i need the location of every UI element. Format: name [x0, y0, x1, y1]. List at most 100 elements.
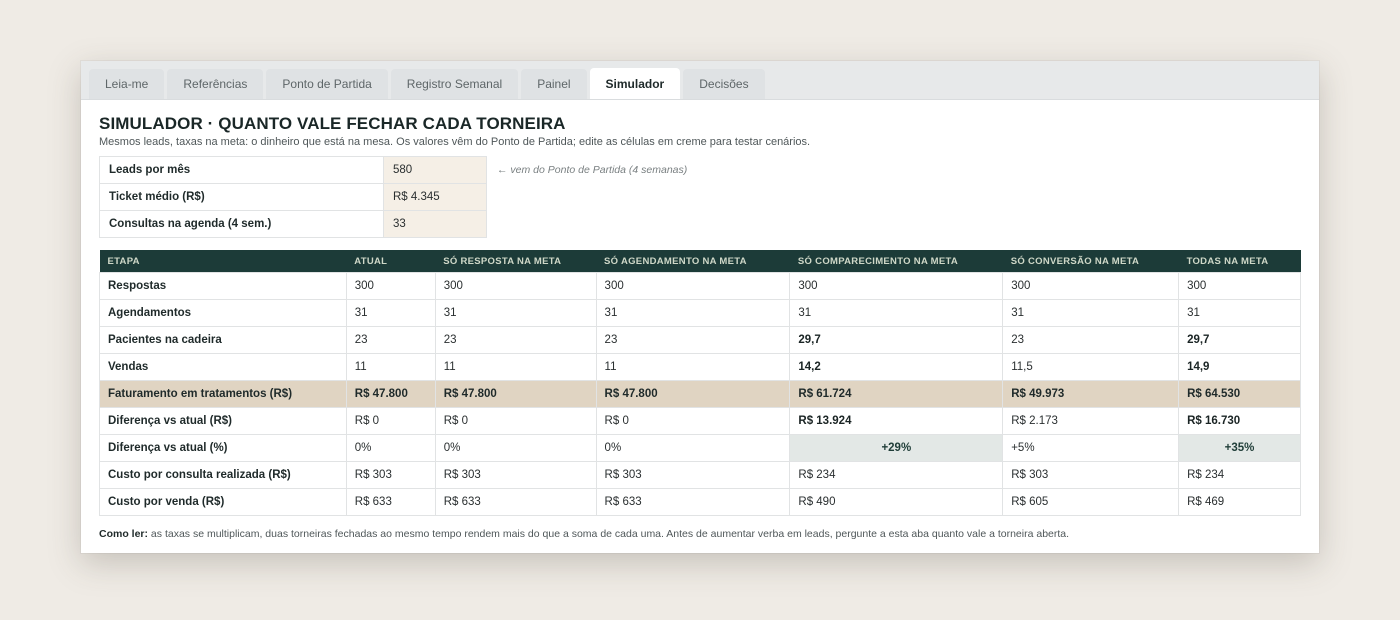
table-cell-positive[interactable]: +29% — [789, 434, 1004, 462]
table-cell[interactable]: R$ 2.173 — [1002, 407, 1180, 435]
table-cell[interactable]: 300 — [434, 272, 597, 300]
table-cell[interactable]: 11 — [345, 353, 436, 381]
table-cell[interactable]: 23 — [1002, 326, 1180, 354]
column-header: ETAPA — [99, 250, 347, 273]
column-header: ATUAL — [346, 250, 436, 273]
column-header: SÓ COMPARECIMENTO NA META — [789, 250, 1003, 273]
inputs-section: Leads por mês 580 Ticket médio (R$) R$ 4… — [99, 156, 1301, 238]
row-label: Faturamento em tratamentos (R$) — [99, 380, 347, 408]
inputs-note: ← vem do Ponto de Partida (4 semanas) — [497, 164, 688, 176]
table-cell[interactable]: R$ 0 — [345, 407, 436, 435]
table-cell[interactable]: 300 — [1178, 272, 1301, 300]
input-cell-leads[interactable]: 580 — [383, 156, 487, 184]
table-cell[interactable]: 300 — [789, 272, 1004, 300]
table-cell[interactable]: 23 — [595, 326, 791, 354]
table-cell[interactable]: 23 — [345, 326, 436, 354]
table-cell[interactable]: 14,9 — [1178, 353, 1301, 381]
table-row: Pacientes na cadeira 23 23 23 29,7 23 29… — [99, 326, 1301, 354]
table-cell[interactable]: 29,7 — [1178, 326, 1301, 354]
tab-leia-me[interactable]: Leia-me — [89, 69, 165, 99]
table-cell[interactable]: R$ 16.730 — [1178, 407, 1301, 435]
table-cell[interactable]: 11 — [434, 353, 597, 381]
table-cell[interactable]: R$ 47.800 — [595, 380, 791, 408]
row-label: Diferença vs atual (R$) — [99, 407, 347, 435]
input-label: Consultas na agenda (4 sem.) — [99, 210, 384, 238]
table-cell[interactable]: R$ 303 — [595, 461, 791, 489]
table-cell[interactable]: 31 — [1002, 299, 1180, 327]
table-cell[interactable]: R$ 490 — [789, 488, 1004, 516]
table-cell[interactable]: R$ 303 — [434, 461, 597, 489]
table-cell[interactable]: R$ 633 — [434, 488, 597, 516]
table-cell[interactable]: R$ 47.800 — [434, 380, 597, 408]
table-cell[interactable]: 31 — [1178, 299, 1301, 327]
table-cell[interactable]: R$ 13.924 — [789, 407, 1004, 435]
input-row: Consultas na agenda (4 sem.) 33 — [99, 210, 487, 238]
input-cell-consultas[interactable]: 33 — [383, 210, 487, 238]
column-header: SÓ RESPOSTA NA META — [435, 250, 597, 273]
spreadsheet-window: Leia-me Referências Ponto de Partida Reg… — [81, 61, 1319, 553]
table-cell[interactable]: R$ 0 — [434, 407, 597, 435]
table-row: Custo por consulta realizada (R$) R$ 303… — [99, 461, 1301, 489]
table-row: Diferença vs atual (R$) R$ 0 R$ 0 R$ 0 R… — [99, 407, 1301, 435]
column-header: SÓ CONVERSÃO NA META — [1002, 250, 1179, 273]
tab-simulador[interactable]: Simulador — [589, 68, 681, 99]
inputs-table: Leads por mês 580 Ticket médio (R$) R$ 4… — [99, 156, 487, 238]
table-cell[interactable]: R$ 605 — [1002, 488, 1180, 516]
row-label: Pacientes na cadeira — [99, 326, 347, 354]
column-header: SÓ AGENDAMENTO NA META — [596, 250, 790, 273]
table-cell[interactable]: R$ 0 — [595, 407, 791, 435]
table-cell[interactable]: 14,2 — [789, 353, 1004, 381]
row-label: Custo por consulta realizada (R$) — [99, 461, 347, 489]
table-cell[interactable]: 0% — [595, 434, 791, 462]
table-cell[interactable]: R$ 64.530 — [1178, 380, 1301, 408]
table-cell[interactable]: R$ 234 — [789, 461, 1004, 489]
table-cell[interactable]: R$ 633 — [595, 488, 791, 516]
table-cell[interactable]: R$ 47.800 — [345, 380, 436, 408]
table-cell[interactable]: 29,7 — [789, 326, 1004, 354]
table-cell[interactable]: 31 — [789, 299, 1004, 327]
page-title: SIMULADOR · QUANTO VALE FECHAR CADA TORN… — [99, 114, 566, 133]
table-cell[interactable]: R$ 303 — [1002, 461, 1180, 489]
footer-note: Como ler: as taxas se multiplicam, duas … — [99, 528, 1301, 540]
table-cell[interactable]: R$ 633 — [345, 488, 436, 516]
row-label: Custo por venda (R$) — [99, 488, 347, 516]
table-cell[interactable]: 11 — [595, 353, 791, 381]
table-cell[interactable]: 300 — [345, 272, 436, 300]
table-cell[interactable]: 31 — [434, 299, 597, 327]
table-cell[interactable]: 0% — [434, 434, 597, 462]
sheet-tab-bar: Leia-me Referências Ponto de Partida Reg… — [81, 61, 1319, 100]
tab-referencias[interactable]: Referências — [167, 69, 264, 99]
tab-ponto-de-partida[interactable]: Ponto de Partida — [266, 69, 388, 99]
table-cell[interactable]: +5% — [1002, 434, 1180, 462]
input-cell-ticket[interactable]: R$ 4.345 — [383, 183, 487, 211]
table-header-row: ETAPA ATUAL SÓ RESPOSTA NA META SÓ AGEND… — [99, 250, 1301, 273]
table-cell[interactable]: R$ 61.724 — [789, 380, 1004, 408]
table-cell[interactable]: R$ 49.973 — [1002, 380, 1180, 408]
footer-lead: Como ler: — [99, 528, 149, 540]
table-cell[interactable]: 11,5 — [1002, 353, 1180, 381]
tab-painel[interactable]: Painel — [521, 69, 587, 99]
table-cell[interactable]: 300 — [1002, 272, 1180, 300]
tab-decisoes[interactable]: Decisões — [683, 69, 765, 99]
simulation-table: ETAPA ATUAL SÓ RESPOSTA NA META SÓ AGEND… — [99, 250, 1301, 516]
row-label: Vendas — [99, 353, 347, 381]
table-row: Custo por venda (R$) R$ 633 R$ 633 R$ 63… — [99, 488, 1301, 516]
table-cell[interactable]: 31 — [345, 299, 436, 327]
tab-registro-semanal[interactable]: Registro Semanal — [390, 69, 519, 99]
table-row: Diferença vs atual (%) 0% 0% 0% +29% +5%… — [99, 434, 1301, 462]
input-row: Leads por mês 580 — [99, 156, 487, 184]
table-row: Vendas 11 11 11 14,2 11,5 14,9 — [99, 353, 1301, 381]
column-header: TODAS NA META — [1178, 250, 1301, 273]
table-cell-positive[interactable]: +35% — [1178, 434, 1301, 462]
table-cell[interactable]: 300 — [595, 272, 791, 300]
table-cell[interactable]: R$ 469 — [1178, 488, 1301, 516]
page-subtitle: Mesmos leads, taxas na meta: o dinheiro … — [99, 136, 811, 148]
table-cell[interactable]: R$ 234 — [1178, 461, 1301, 489]
row-label: Diferença vs atual (%) — [99, 434, 347, 462]
sheet-content: SIMULADOR · QUANTO VALE FECHAR CADA TORN… — [81, 100, 1319, 540]
table-cell[interactable]: 31 — [595, 299, 791, 327]
table-cell[interactable]: R$ 303 — [345, 461, 436, 489]
footer-text: as taxas se multiplicam, duas torneiras … — [148, 528, 1070, 540]
table-cell[interactable]: 23 — [434, 326, 597, 354]
table-cell[interactable]: 0% — [345, 434, 436, 462]
